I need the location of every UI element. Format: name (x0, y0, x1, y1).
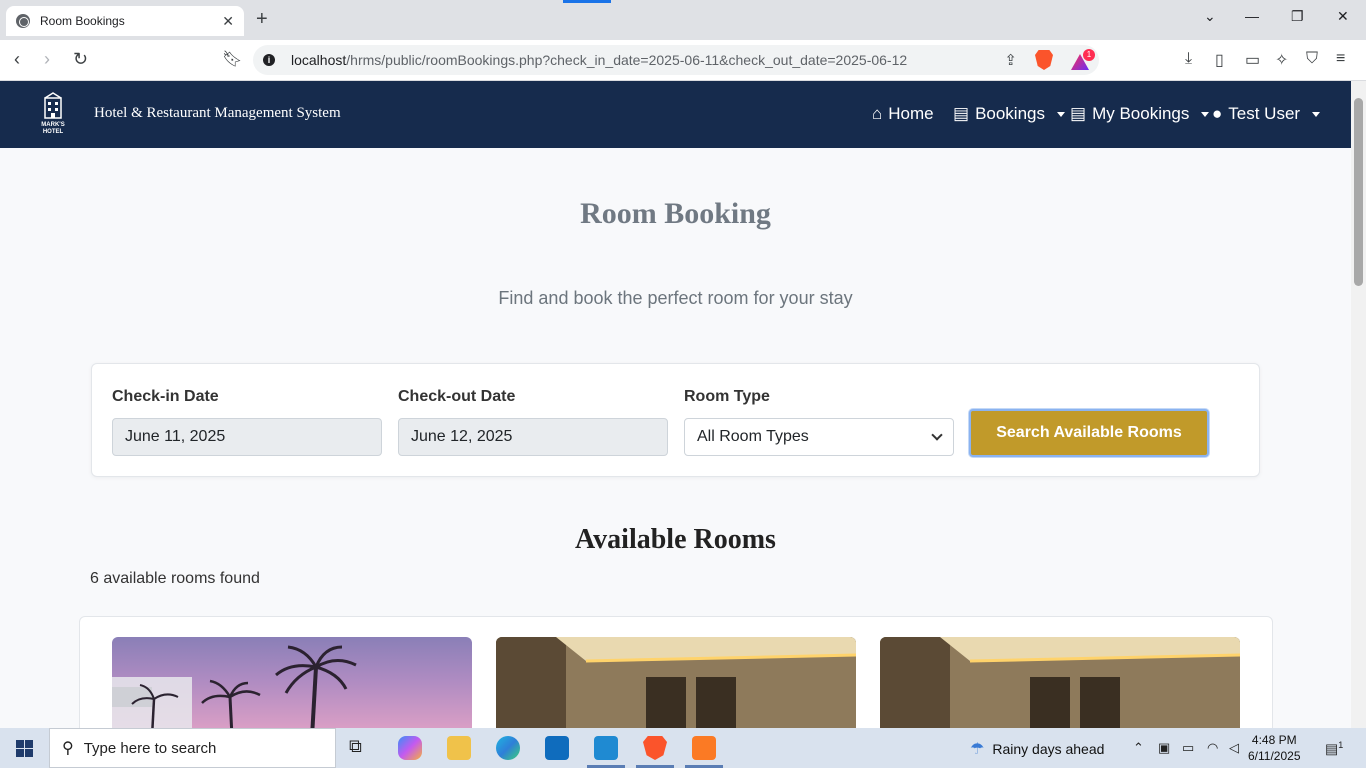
checkin-date-input[interactable]: June 11, 2025 (112, 418, 382, 456)
bookmark-icon[interactable]: 🔖︎ (222, 49, 242, 69)
weather-text: Rainy days ahead (992, 741, 1105, 757)
sidebar-icon[interactable]: ▯ (1215, 50, 1224, 70)
vscode-icon[interactable] (594, 736, 618, 760)
room-card-image[interactable] (496, 637, 856, 737)
nav-home[interactable]: ⌂ Home (872, 104, 934, 124)
menu-icon[interactable]: ≡ (1336, 50, 1345, 68)
available-rooms-count: 6 available rooms found (90, 570, 260, 587)
edge-browser-icon[interactable] (496, 736, 520, 760)
browser-toolbar: ‹ › ↻ 🔖︎ i localhost/hrms/public/roomBoo… (0, 40, 1366, 81)
tab-strip-indicator (563, 0, 611, 3)
search-form-card: Check-in Date June 11, 2025 Check-out Da… (91, 363, 1260, 477)
chevron-down-icon (931, 429, 943, 441)
wifi-icon[interactable]: ◠ (1207, 740, 1218, 756)
browser-tabbar: Room Bookings ✕ + ⌄ — ❐ ✕ (0, 0, 1366, 40)
checkin-label: Check-in Date (112, 388, 219, 405)
notifications-icon[interactable]: ▤1 (1325, 740, 1343, 758)
nav-home-label: Home (888, 104, 934, 123)
notification-count: 1 (1338, 740, 1344, 750)
nav-user-label: Test User (1228, 104, 1301, 123)
room-type-label: Room Type (684, 388, 770, 405)
outlook-icon[interactable] (545, 736, 569, 760)
room-type-select[interactable]: All Room Types (684, 418, 954, 456)
page-title: Room Booking (580, 197, 771, 230)
nav-bookings-label: Bookings (975, 104, 1045, 123)
tab-search-chevron-icon[interactable]: ⌄ (1204, 8, 1216, 25)
download-icon[interactable]: ⤓ (1185, 50, 1192, 68)
site-info-icon[interactable]: i (263, 54, 275, 66)
tab-title: Room Bookings (40, 14, 125, 28)
book-icon: ▤ (953, 104, 970, 123)
rain-umbrella-icon: ☂ (970, 741, 985, 758)
address-bar[interactable]: i localhost/hrms/public/roomBookings.php… (253, 45, 1099, 75)
brave-shields-icon[interactable] (1035, 50, 1053, 70)
room-card-image[interactable] (880, 637, 1240, 737)
close-tab-icon[interactable]: ✕ (222, 13, 234, 30)
file-explorer-icon[interactable] (447, 736, 471, 760)
site-brand[interactable]: Hotel & Restaurant Management System (94, 105, 341, 122)
brave-browser-icon[interactable] (643, 736, 667, 760)
browser-tab[interactable]: Room Bookings ✕ (6, 6, 244, 36)
scrollbar-thumb[interactable] (1354, 98, 1363, 286)
caret-down-icon (1057, 111, 1065, 117)
new-tab-button[interactable]: + (256, 8, 268, 31)
hotel-lobby-image (880, 637, 1240, 737)
url-path: /hrms/public/roomBookings.php?check_in_d… (346, 52, 908, 68)
search-available-rooms-button[interactable]: Search Available Rooms (969, 409, 1209, 457)
xampp-icon[interactable] (692, 736, 716, 760)
restore-button[interactable]: ❐ (1291, 8, 1304, 25)
checkout-label: Check-out Date (398, 388, 516, 405)
taskbar-clock[interactable]: 4:48 PM 6/11/2025 (1248, 732, 1301, 764)
leo-ai-icon[interactable]: ✧ (1275, 50, 1288, 70)
minimize-button[interactable]: — (1245, 8, 1259, 24)
svg-text:HOTEL: HOTEL (43, 129, 64, 135)
reload-icon[interactable]: ↻ (73, 49, 88, 70)
clock-date: 6/11/2025 (1248, 749, 1301, 763)
vpn-shield-icon[interactable]: ⛉ (1306, 50, 1318, 68)
palm-trees-image (112, 645, 357, 737)
task-view-icon[interactable]: ⧉ (349, 736, 373, 760)
rewards-badge: 1 (1083, 49, 1095, 61)
taskbar-search[interactable]: ⚲ Type here to search (49, 728, 336, 768)
copilot-icon[interactable] (398, 736, 422, 760)
windows-taskbar: ⚲ Type here to search ⧉ ☂ Rainy days ahe… (0, 728, 1366, 768)
close-window-button[interactable]: ✕ (1337, 8, 1349, 25)
page-subtitle: Find and book the perfect room for your … (498, 288, 853, 308)
meet-now-icon[interactable]: ▣ (1158, 740, 1170, 756)
caret-down-icon (1201, 111, 1210, 117)
brave-rewards-icon[interactable]: 1 (1071, 49, 1095, 70)
caret-down-icon (1312, 111, 1321, 117)
globe-icon (16, 14, 30, 28)
share-icon[interactable]: ⇪ (1004, 51, 1017, 69)
battery-icon[interactable]: ▭ (1182, 740, 1194, 756)
volume-icon[interactable]: ◁ (1229, 740, 1239, 756)
taskbar-search-placeholder: Type here to search (83, 739, 217, 757)
nav-bookings[interactable]: ▤ Bookings (953, 104, 1065, 124)
nav-user-menu[interactable]: ● Test User (1212, 104, 1321, 124)
available-rooms-heading: Available Rooms (575, 524, 776, 555)
clock-time: 4:48 PM (1251, 733, 1297, 747)
wallet-icon[interactable]: ▭ (1245, 50, 1260, 70)
url-host: localhost (291, 52, 347, 68)
forward-arrow-icon[interactable]: › (44, 49, 50, 70)
hotel-logo[interactable]: MARK'S HOTEL (36, 92, 70, 136)
show-hidden-icons-chevron-icon[interactable]: ⌃ (1133, 740, 1144, 756)
room-card-image[interactable] (112, 637, 472, 737)
search-icon: ⚲ (62, 740, 74, 757)
nav-my-bookings-label: My Bookings (1092, 104, 1190, 123)
checkout-date-input[interactable]: June 12, 2025 (398, 418, 668, 456)
weather-widget[interactable]: ☂ Rainy days ahead (970, 739, 1104, 759)
book-icon: ▤ (1070, 104, 1087, 123)
svg-text:MARK'S: MARK'S (41, 122, 64, 128)
room-type-value: All Room Types (697, 428, 809, 445)
back-arrow-icon[interactable]: ‹ (14, 49, 20, 70)
site-navbar: MARK'S HOTEL Hotel & Restaurant Manageme… (0, 81, 1351, 148)
nav-my-bookings[interactable]: ▤ My Bookings (1070, 104, 1210, 124)
home-icon: ⌂ (872, 104, 883, 123)
hotel-lobby-image (496, 637, 856, 737)
user-icon: ● (1212, 104, 1223, 123)
windows-start-icon[interactable] (16, 740, 33, 757)
